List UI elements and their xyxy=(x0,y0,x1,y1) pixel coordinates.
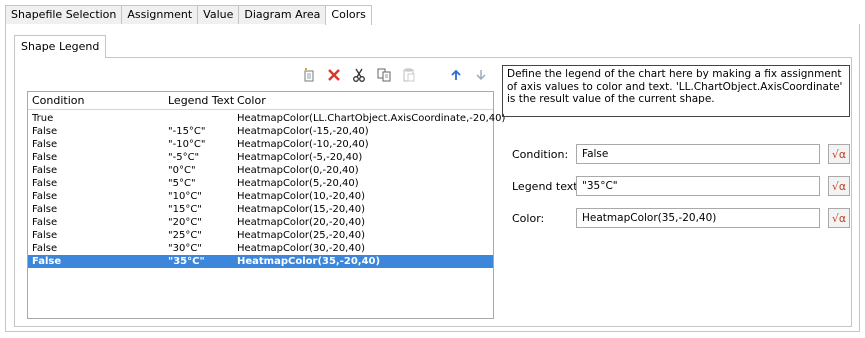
column-header-color[interactable]: Color xyxy=(237,94,266,107)
paste-button[interactable] xyxy=(400,66,418,84)
cell-condition: False xyxy=(32,191,58,202)
legend-text-label: Legend text: xyxy=(512,180,582,193)
cell-condition: True xyxy=(32,113,54,124)
cell-color: HeatmapColor(LL.ChartObject.AxisCoordina… xyxy=(237,113,506,124)
scissors-icon xyxy=(353,68,365,82)
cell-color: HeatmapColor(-15,-20,40) xyxy=(237,126,369,137)
legend-text-formula-button[interactable]: √α xyxy=(828,176,850,196)
copy-button[interactable] xyxy=(375,66,393,84)
condition-field[interactable]: False xyxy=(576,144,820,164)
column-header-condition[interactable]: Condition xyxy=(32,94,85,107)
cell-condition: False xyxy=(32,204,58,215)
legend-grid: Condition Legend Text Color True HeatmapC… xyxy=(27,91,505,319)
table-row[interactable]: False "0°C" HeatmapColor(0,-20,40) xyxy=(28,164,493,177)
cell-color: HeatmapColor(15,-20,40) xyxy=(237,204,365,215)
tab-value[interactable]: Value xyxy=(197,5,240,24)
cell-condition: False xyxy=(32,152,58,163)
color-field[interactable]: HeatmapColor(35,-20,40) xyxy=(576,208,820,228)
cell-legend-text: "-10°C" xyxy=(168,139,206,150)
new-item-button[interactable] xyxy=(300,66,318,84)
table-row[interactable]: False "10°C" HeatmapColor(10,-20,40) xyxy=(28,190,493,203)
table-row[interactable]: True HeatmapColor(LL.ChartObject.AxisCoor… xyxy=(28,112,505,125)
cell-legend-text: "0°C" xyxy=(168,165,196,176)
color-label: Color: xyxy=(512,212,545,225)
cell-legend-text: "25°C" xyxy=(168,230,202,241)
cell-legend-text: "20°C" xyxy=(168,217,202,228)
cell-color: HeatmapColor(5,-20,40) xyxy=(237,178,359,189)
delete-button[interactable] xyxy=(325,66,343,84)
tab-shapefile-selection[interactable]: Shapefile Selection xyxy=(5,5,123,24)
cell-condition: False xyxy=(32,256,62,267)
cell-legend-text: "-5°C" xyxy=(168,152,200,163)
arrow-up-icon xyxy=(451,69,461,80)
cell-condition: False xyxy=(32,178,58,189)
tab-assignment[interactable]: Assignment xyxy=(121,5,199,24)
main-tab-bar: Shapefile Selection Assignment Value Dia… xyxy=(5,5,372,25)
cell-condition: False xyxy=(32,126,58,137)
cell-color: HeatmapColor(25,-20,40) xyxy=(237,230,365,241)
cell-condition: False xyxy=(32,139,58,150)
tab-shape-legend[interactable]: Shape Legend xyxy=(14,35,107,58)
formula-icon: √α xyxy=(831,147,847,161)
color-formula-button[interactable]: √α xyxy=(828,208,850,228)
cell-legend-text: "30°C" xyxy=(168,243,202,254)
cell-condition: False xyxy=(32,243,58,254)
formula-icon: √α xyxy=(831,211,847,225)
cell-color: HeatmapColor(20,-20,40) xyxy=(237,217,365,228)
move-down-button[interactable] xyxy=(472,66,490,84)
tab-diagram-area[interactable]: Diagram Area xyxy=(238,5,327,24)
cut-button[interactable] xyxy=(350,66,368,84)
cell-color: HeatmapColor(30,-20,40) xyxy=(237,243,365,254)
cell-condition: False xyxy=(32,217,58,228)
cell-legend-text: "15°C" xyxy=(168,204,202,215)
cell-color: HeatmapColor(10,-20,40) xyxy=(237,191,365,202)
arrow-down-icon xyxy=(476,70,486,80)
table-row[interactable]: False "15°C" HeatmapColor(15,-20,40) xyxy=(28,203,493,216)
tab-colors[interactable]: Colors xyxy=(325,5,372,25)
formula-icon: √α xyxy=(831,179,847,193)
table-row[interactable]: False "-10°C" HeatmapColor(-10,-20,40) xyxy=(28,138,493,151)
cell-legend-text: "5°C" xyxy=(168,178,196,189)
table-row[interactable]: False "5°C" HeatmapColor(5,-20,40) xyxy=(28,177,493,190)
grid-header: Condition Legend Text Color xyxy=(28,92,493,110)
cell-condition: False xyxy=(32,165,58,176)
new-document-icon xyxy=(304,68,314,82)
cell-color: HeatmapColor(0,-20,40) xyxy=(237,165,359,176)
cell-legend-text: "10°C" xyxy=(168,191,202,202)
move-up-button[interactable] xyxy=(447,66,465,84)
legend-text-field[interactable]: "35°C" xyxy=(576,176,820,196)
paste-icon xyxy=(403,68,415,82)
cell-condition: False xyxy=(32,230,58,241)
cell-color: HeatmapColor(35,-20,40) xyxy=(237,256,381,267)
cell-legend-text: "-15°C" xyxy=(168,126,206,137)
cell-legend-text: "35°C" xyxy=(168,256,205,267)
grid-rows: True HeatmapColor(LL.ChartObject.AxisCoor… xyxy=(28,112,505,268)
copy-icon xyxy=(377,68,391,82)
cell-color: HeatmapColor(-10,-20,40) xyxy=(237,139,369,150)
table-row[interactable]: False "-15°C" HeatmapColor(-15,-20,40) xyxy=(28,125,493,138)
condition-label: Condition: xyxy=(512,148,569,161)
column-header-legend-text[interactable]: Legend Text xyxy=(168,94,234,107)
table-row[interactable]: False "25°C" HeatmapColor(25,-20,40) xyxy=(28,229,493,242)
delete-x-icon xyxy=(328,69,340,81)
table-row[interactable]: False "30°C" HeatmapColor(30,-20,40) xyxy=(28,242,493,255)
description-box: Define the legend of the chart here by m… xyxy=(502,65,850,117)
cell-color: HeatmapColor(-5,-20,40) xyxy=(237,152,363,163)
table-row[interactable]: False "20°C" HeatmapColor(20,-20,40) xyxy=(28,216,493,229)
condition-formula-button[interactable]: √α xyxy=(828,144,850,164)
table-row[interactable]: False "35°C" HeatmapColor(35,-20,40) xyxy=(28,255,493,268)
table-row[interactable]: False "-5°C" HeatmapColor(-5,-20,40) xyxy=(28,151,493,164)
